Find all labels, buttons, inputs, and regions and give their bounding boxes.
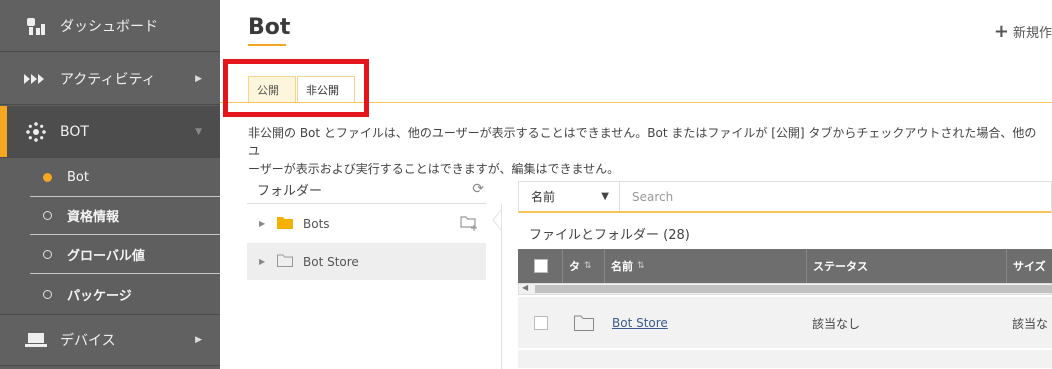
scrollbar-thumb[interactable] (535, 285, 1052, 293)
new-button-label: 新規作 (1012, 26, 1052, 41)
files-count-label: ファイルとフォルダー (28) (529, 228, 690, 243)
main-content: Bot + 新規作 公開 非公開 非公開の Bot とファイルは、他のユーザーが… (220, 0, 1052, 369)
column-size[interactable]: サイズ (1006, 249, 1052, 283)
panel-divider (501, 204, 502, 369)
sidebar-item-label: Bot (67, 170, 89, 185)
sidebar-item-credentials[interactable]: 資格情報 (30, 197, 220, 235)
column-name-label: 名前 (611, 260, 633, 273)
nav-activity-label: アクティビティ (60, 71, 156, 88)
sidebar-item-packages[interactable]: パッケージ (30, 275, 220, 313)
folder-label: Bots (303, 216, 330, 231)
new-button[interactable]: + 新規作 (994, 22, 1052, 41)
caret-right-icon[interactable]: ▶ (259, 219, 267, 228)
sidebar-item-global-values[interactable]: グローバル値 (30, 236, 220, 274)
activity-icon (24, 67, 48, 91)
dashboard-icon (24, 14, 48, 38)
panel-divider-notch (492, 210, 501, 230)
chevron-right-icon: ▶ (195, 335, 202, 345)
info-text: 非公開の Bot とファイルは、他のユーザーが表示することはできません。Bot … (248, 124, 1048, 178)
nav-activity[interactable]: アクティビティ ▶ (0, 53, 220, 105)
column-size-label: サイズ (1013, 260, 1046, 273)
nav-bot-label: BOT (60, 123, 89, 140)
column-status-label: ステータス (813, 260, 868, 273)
filter-bar: 名前 ▼ (518, 181, 1052, 213)
row-size-cell: 該当な (1012, 316, 1049, 331)
folder-panel-header: フォルダー ⟳ (247, 176, 486, 204)
active-dot-icon (43, 173, 52, 182)
chevron-right-icon: ▶ (195, 73, 202, 84)
row-checkbox[interactable] (534, 316, 548, 330)
row-name-link[interactable]: Bot Store (612, 316, 668, 330)
circle-icon (43, 289, 52, 299)
scroll-left-icon[interactable]: ◀ (522, 283, 528, 292)
row-name-cell: Bot Store (612, 297, 668, 349)
bot-icon (24, 120, 48, 144)
folder-icon (277, 216, 293, 232)
table-row[interactable] (518, 350, 1052, 369)
sidebar-item-label: グローバル値 (67, 249, 145, 264)
highlight-annotation-box (223, 59, 369, 117)
row-status-cell: 該当なし (812, 316, 861, 331)
folder-header-label: フォルダー (257, 184, 323, 199)
folder-item-bot-store[interactable]: ▶ Bot Store (247, 243, 486, 280)
folder-label: Bot Store (303, 254, 359, 269)
nav-dashboard-label: ダッシュボード (60, 18, 158, 35)
sidebar: ダッシュボード アクティビティ ▶ BOT ▼ Bot 資格情報 グローバル値 (0, 0, 220, 369)
table-row[interactable]: Bot Store 該当なし 該当な (518, 297, 1052, 349)
caret-right-icon[interactable]: ▶ (259, 257, 267, 266)
nav-devices-label: デバイス (60, 333, 116, 349)
dropdown-arrow-icon: ▼ (601, 191, 609, 202)
circle-icon (43, 250, 52, 259)
select-all-checkbox[interactable] (534, 259, 548, 273)
row-checkbox-cell (534, 297, 548, 349)
chevron-down-icon: ▼ (195, 126, 202, 137)
horizontal-scrollbar[interactable]: ◀ (518, 283, 1052, 295)
column-name[interactable]: 名前 ⇅ (604, 249, 806, 283)
circle-icon (43, 211, 52, 220)
column-type-label: タ (569, 260, 580, 273)
filter-field-select[interactable]: 名前 ▼ (519, 182, 620, 211)
select-all-cell (534, 249, 548, 283)
column-type[interactable]: タ ⇅ (562, 249, 604, 283)
plus-icon: + (993, 20, 1009, 42)
nav-bot[interactable]: BOT ▼ (0, 106, 220, 158)
sidebar-item-bot[interactable]: Bot (30, 159, 220, 197)
sort-icon[interactable]: ⇅ (637, 261, 645, 271)
folder-outline-icon (277, 254, 293, 270)
sidebar-item-label: 資格情報 (67, 210, 120, 225)
info-text-line-1: 非公開の Bot とファイルは、他のユーザーが表示することはできません。Bot … (248, 126, 1037, 158)
nav-devices[interactable]: デバイス ▶ (0, 314, 220, 366)
sidebar-item-label: パッケージ (67, 288, 132, 304)
folder-item-bots[interactable]: ▶ Bots (247, 205, 486, 242)
column-status[interactable]: ステータス (806, 249, 1006, 283)
nav-dashboard[interactable]: ダッシュボード (0, 0, 220, 52)
refresh-icon[interactable]: ⟳ (472, 181, 484, 197)
page-title: Bot (248, 15, 291, 40)
search-input[interactable] (620, 182, 1051, 211)
add-folder-icon[interactable] (460, 215, 478, 234)
title-underline (248, 44, 286, 46)
sort-icon[interactable]: ⇅ (584, 261, 592, 271)
laptop-icon (24, 328, 48, 352)
table-header: タ ⇅ 名前 ⇅ ステータス サイズ (518, 249, 1052, 283)
folder-outline-icon (574, 297, 594, 349)
filter-field-value: 名前 (531, 190, 556, 204)
